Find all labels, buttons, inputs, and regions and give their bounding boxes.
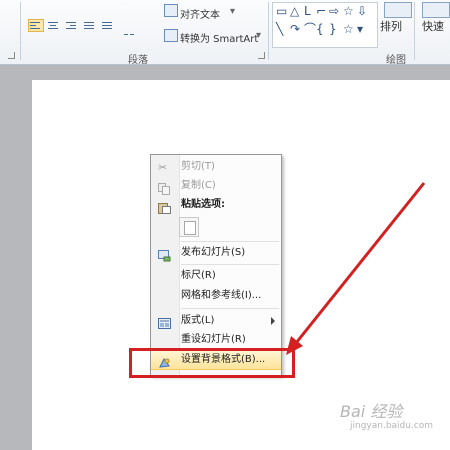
watermark: Bai 经验 [340,402,403,421]
watermark-url: jingyan.baidu.com [350,421,434,431]
annotation-arrow-icon [286,182,426,355]
